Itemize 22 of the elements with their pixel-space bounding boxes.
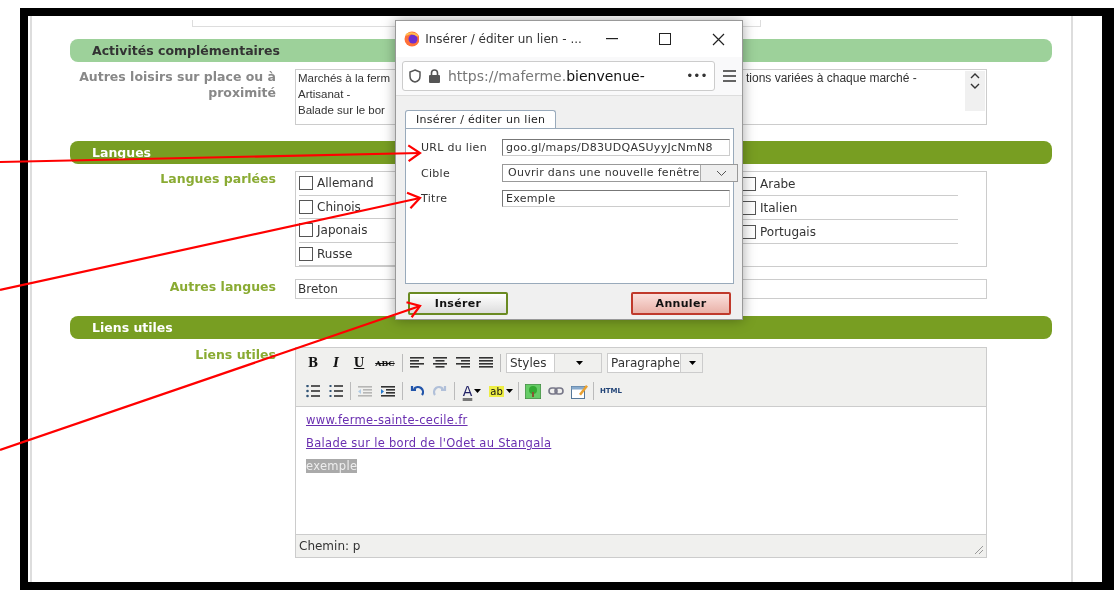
checkbox-label: Allemand <box>317 176 374 191</box>
field-label: URL du lien <box>421 141 488 154</box>
selected-text: exemple <box>306 459 358 473</box>
checkbox-label: Arabe <box>760 176 796 191</box>
checkbox-label: Portugais <box>760 224 816 239</box>
text-line: Artisanat - <box>298 87 352 102</box>
field-label: Titre <box>421 192 449 205</box>
checkbox-label: Chinois <box>317 199 361 214</box>
text-line: tions variées à chaque marché - <box>746 71 917 85</box>
checkbox-label: Russe <box>317 246 353 261</box>
url-text: https://maferme.bienvenue- <box>448 68 646 84</box>
checkbox-label: Japonais <box>317 223 368 238</box>
field-label: Autres loisirs sur place ou à proximité <box>78 69 277 102</box>
element-path: Chemin: p <box>299 539 361 553</box>
field-label: Liens utiles <box>194 347 277 364</box>
text-line: Balade sur le bor <box>298 103 386 118</box>
field-label: Autres langues <box>168 279 277 296</box>
field-label: Langues parlées <box>159 171 277 188</box>
checkbox-label: Italien <box>760 200 798 215</box>
text-line: Marchés à la ferm <box>298 71 392 86</box>
section-header: Liens utiles <box>70 316 1052 339</box>
field-label: Cible <box>421 166 452 180</box>
